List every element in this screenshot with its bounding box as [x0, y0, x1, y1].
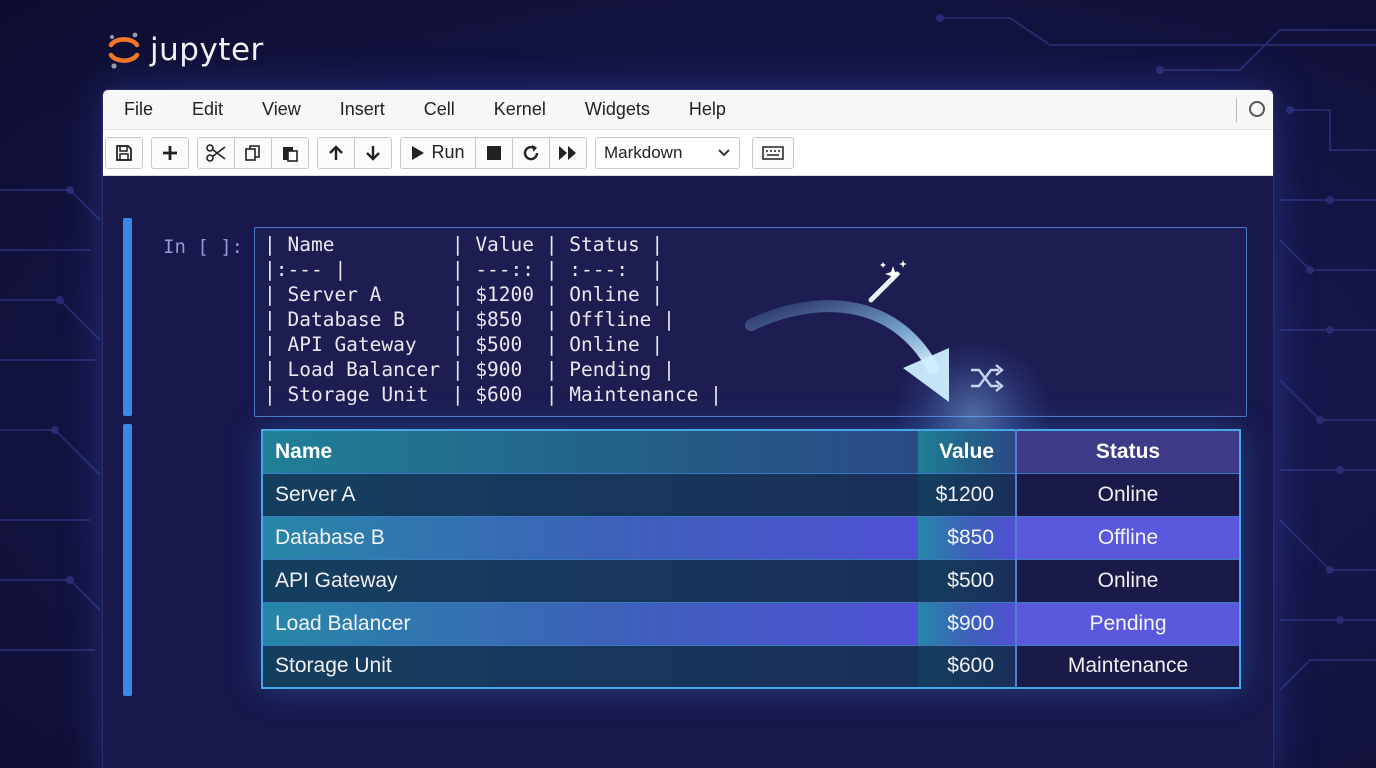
table-row: Storage Unit $600 Maintenance [262, 644, 1240, 688]
cell-value: $500 [918, 558, 1016, 602]
menu-kernel[interactable]: Kernel [473, 99, 546, 120]
curved-arrow-icon [745, 300, 939, 374]
cell-name: Database B [262, 515, 918, 559]
notebook-window: File Edit View Insert Cell Kernel Widget… [102, 89, 1274, 768]
rendered-table: Name Value Status Server A $1200 Online … [261, 429, 1241, 689]
cell-name: Load Balancer [262, 601, 918, 645]
header-status: Status [1015, 430, 1240, 473]
cell-name: API Gateway [262, 558, 918, 602]
menu-cell[interactable]: Cell [403, 99, 455, 120]
cell-value: $850 [918, 515, 1016, 559]
arrow-down-icon [366, 145, 380, 161]
cell-name: Server A [262, 472, 918, 516]
save-icon [116, 144, 132, 161]
magic-wand-icon [868, 260, 907, 303]
table-row: Server A $1200 Online [262, 472, 1240, 516]
table-header-row: Name Value Status [262, 430, 1240, 473]
cell-status: Maintenance [1015, 644, 1240, 688]
chevron-down-icon [718, 148, 730, 156]
menu-widgets[interactable]: Widgets [564, 99, 650, 120]
cell-value: $600 [918, 644, 1016, 688]
stop-icon [487, 145, 501, 160]
kernel-separator [1236, 98, 1237, 122]
cell-status: Offline [1015, 515, 1240, 559]
run-label: Run [431, 142, 465, 162]
menu-bar: File Edit View Insert Cell Kernel Widget… [103, 90, 1273, 130]
copy-icon [245, 144, 260, 161]
menu-file[interactable]: File [103, 99, 153, 120]
fast-forward-icon [559, 145, 576, 160]
input-cell-selection-bar [123, 218, 132, 416]
kernel-status-icon[interactable] [1249, 101, 1265, 117]
output-cell-selection-bar [123, 424, 132, 696]
render-arrow-decoration [745, 260, 1004, 402]
cell-value: $1200 [918, 472, 1016, 516]
shuffle-icon [971, 364, 1004, 392]
toolbar: Run Markdown [103, 130, 1273, 176]
header-name: Name [262, 430, 918, 473]
run-button[interactable]: Run [400, 136, 476, 169]
keyboard-icon [762, 145, 784, 160]
cell-type-select[interactable]: Markdown [595, 136, 740, 169]
copy-button[interactable] [234, 136, 272, 169]
table-row: Load Balancer $900 Pending [262, 601, 1240, 645]
logo-text: jupyter [150, 32, 264, 68]
save-button[interactable] [105, 136, 143, 169]
play-icon [412, 145, 425, 160]
plus-icon [163, 145, 177, 160]
cell-type-value: Markdown [604, 142, 683, 162]
cell-status: Online [1015, 558, 1240, 602]
input-prompt: In [ ]: [163, 236, 244, 258]
move-up-button[interactable] [317, 136, 355, 169]
cell-status: Online [1015, 472, 1240, 516]
header-value: Value [918, 430, 1016, 473]
arrow-up-icon [329, 144, 343, 160]
table-row: Database B $850 Offline [262, 515, 1240, 559]
menu-insert[interactable]: Insert [319, 99, 385, 120]
interrupt-button[interactable] [475, 136, 513, 169]
menu-edit[interactable]: Edit [171, 99, 223, 120]
menu-help[interactable]: Help [668, 99, 726, 120]
table-row: API Gateway $500 Online [262, 558, 1240, 602]
run-all-button[interactable] [549, 136, 587, 169]
command-palette-button[interactable] [752, 136, 794, 169]
cut-button[interactable] [197, 136, 235, 169]
jupyter-logo: jupyter [106, 30, 264, 70]
restart-icon [523, 144, 539, 160]
paste-button[interactable] [271, 136, 309, 169]
paste-icon [283, 146, 298, 162]
restart-button[interactable] [512, 136, 550, 169]
cell-status: Pending [1015, 601, 1240, 645]
menu-view[interactable]: View [241, 99, 301, 120]
cell-value: $900 [918, 601, 1016, 645]
move-down-button[interactable] [354, 136, 392, 169]
scissors-icon [206, 143, 226, 162]
cell-name: Storage Unit [262, 644, 918, 688]
insert-cell-button[interactable] [151, 136, 189, 169]
jupyter-logo-icon [108, 32, 140, 69]
